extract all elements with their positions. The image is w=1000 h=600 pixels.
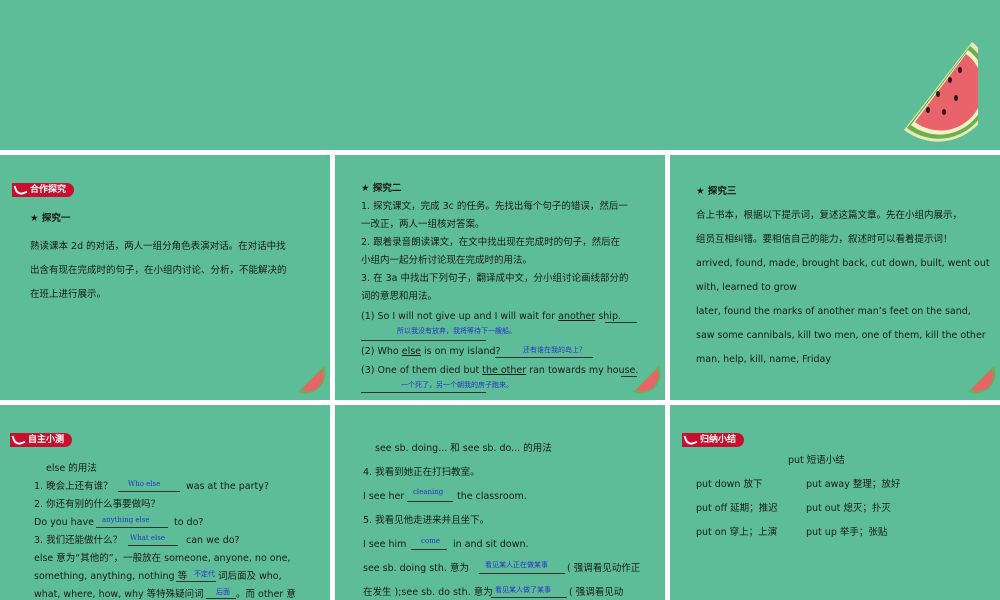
- answer-line: [96, 527, 168, 528]
- body-text: with, learned to grow: [696, 282, 798, 293]
- answer-text: 所以我没有放弃，我将等待下一艘船。: [397, 327, 516, 335]
- answer-line: [176, 581, 216, 582]
- slide-see-usage: see sb. doing... 和 see sb. do... 的用法 4. …: [335, 405, 665, 600]
- question-text: in and sit down.: [453, 539, 529, 550]
- phrase-item: put down 放下: [696, 479, 763, 490]
- question-5: 5. 我看见他走进来并且坐下。: [363, 515, 490, 526]
- slide-cooperative-inquiry: 合作探究 ★ 探究一 熟读课本 2d 的对话，两人一组分角色表演对话。在对话中找…: [0, 155, 330, 400]
- question-1: 1. 晚会上还有谁？: [34, 481, 113, 492]
- answer-text: Who else: [128, 480, 161, 488]
- body-text: 一改正，两人一组核对答案。: [361, 219, 485, 230]
- slide-self-test: 自主小测 else 的用法 1. 晚会上还有谁？ Who else was at…: [0, 405, 330, 600]
- answer-text: 一个死了，另一个朝我的房子跑来。: [401, 381, 513, 389]
- section-heading: ★ 探究三: [696, 186, 737, 197]
- answer-text: 还有谁在我的岛上？: [523, 346, 586, 354]
- note-text: ( 强调看见动: [569, 587, 624, 598]
- answer-line: [118, 491, 180, 492]
- slide-inquiry-three: ★ 探究三 合上书本，根据以下提示词，复述这篇文章。先在小组内展示， 组员互相纠…: [670, 155, 1000, 400]
- section-tag: 合作探究: [12, 182, 75, 197]
- watermelon-icon: [633, 366, 661, 394]
- body-text: 合上书本，根据以下提示词，复述这篇文章。先在小组内展示，: [696, 210, 963, 221]
- section-heading: ★ 探究二: [361, 183, 402, 194]
- phrase-item: put off 延期；推迟: [696, 503, 778, 514]
- section-heading: ★ 探究一: [30, 213, 71, 224]
- note-text: 在发生 );see sb. do sth. 意为: [363, 587, 493, 598]
- note-text: ( 强调看见动作正: [567, 563, 641, 574]
- body-text: 小组内一起分析讨论现在完成时的用法。: [361, 255, 533, 266]
- body-text: 在班上进行展示。: [30, 289, 107, 300]
- slide-summary: 归纳小结 put 短语小结 put down 放下 put away 整理；放好…: [670, 405, 1000, 600]
- answer-line: [361, 340, 486, 341]
- note-text: 。而 other 意: [236, 589, 296, 600]
- answer-line: [407, 501, 453, 502]
- subsection-title: put 短语小结: [788, 455, 845, 466]
- watermelon-icon: [904, 42, 978, 142]
- body-text: 1. 探究课文，完成 3c 的任务。先找出每个句子的错误，然后一: [361, 201, 628, 212]
- body-text: arrived, found, made, brought back, cut …: [696, 258, 990, 269]
- body-text: saw some cannibals, kill two men, one of…: [696, 330, 986, 341]
- answer-text: 不定代: [194, 570, 215, 578]
- phrase-item: put out 熄灭；扑灭: [806, 503, 891, 514]
- body-text: 熟读课本 2d 的对话，两人一组分角色表演对话。在对话中找: [30, 241, 286, 252]
- answer-line: [479, 573, 565, 574]
- note-text: see sb. doing sth. 意为: [363, 563, 469, 574]
- question-text: the classroom.: [457, 491, 527, 502]
- answer-line: [128, 545, 178, 546]
- answer-text: 看见某人做了某事: [495, 586, 551, 594]
- watermelon-icon: [968, 366, 996, 394]
- phrase-item: put on 穿上；上演: [696, 527, 778, 538]
- subsection-title: else 的用法: [46, 463, 97, 474]
- question-3: 3. 我们还能做什么？: [34, 535, 123, 546]
- phrase-item: put up 举手；张贴: [806, 527, 888, 538]
- body-text: 组员互相纠错。要相信自己的能力，叙述时可以看着提示词！: [696, 234, 953, 245]
- note-text: something, anything, nothing 等: [34, 571, 188, 582]
- answer-line: [495, 357, 593, 358]
- question-4: 4. 我看到她正在打扫教室。: [363, 467, 480, 478]
- subsection-title: see sb. doing... 和 see sb. do... 的用法: [375, 443, 552, 454]
- question-text: was at the party?: [186, 481, 269, 492]
- answer-line: [206, 598, 236, 599]
- note-text: 词后面及 who,: [218, 571, 282, 582]
- watermelon-icon: [298, 366, 326, 394]
- section-tag: 自主小测: [10, 432, 73, 447]
- body-text: later, found the marks of another man’s …: [696, 306, 971, 317]
- title-slide: [0, 0, 1000, 150]
- question-text: I see her: [363, 491, 405, 502]
- slide-inquiry-two: ★ 探究二 1. 探究课文，完成 3c 的任务。先找出每个句子的错误，然后一 一…: [335, 155, 665, 400]
- answer-line: [411, 549, 447, 550]
- answer-text: 看见某人正在做某事: [485, 561, 548, 569]
- note-text: what, where, how, why 等特殊疑问词: [34, 589, 204, 600]
- question-1: (1) So I will not give up and I will wai…: [361, 311, 621, 322]
- answer-text: What else: [130, 534, 166, 542]
- note-text: else 意为“其他的”，一般放在 someone, anyone, no on…: [34, 553, 291, 564]
- question-text: I see him: [363, 539, 407, 550]
- body-text: 词的意思和用法。: [361, 291, 438, 302]
- answer-line: [605, 322, 637, 323]
- body-text: 3. 在 3a 中找出下列句子，翻译成中文，分小组讨论画线部分的: [361, 273, 629, 284]
- body-text: man, help, kill, name, Friday: [696, 354, 831, 365]
- phrase-item: put away 整理；放好: [806, 479, 901, 490]
- question-text: can we do?: [186, 535, 240, 546]
- answer-text: cleaning: [413, 488, 444, 496]
- question-2: 2. 你还有别的什么事要做吗？: [34, 499, 161, 510]
- answer-text: 后面: [216, 588, 230, 596]
- question-2: (2) Who else is on my island?: [361, 346, 501, 357]
- answer-text: come: [421, 537, 440, 545]
- answer-line: [361, 392, 486, 393]
- answer-line: [491, 597, 567, 598]
- question-3: (3) One of them died but the other ran t…: [361, 365, 639, 376]
- body-text: 2. 跟着录音朗读课文，在文中找出现在完成时的句子，然后在: [361, 237, 621, 248]
- body-text: 出含有现在完成时的句子，在小组内讨论、分析，不能解决的: [30, 265, 287, 276]
- question-text: Do you have: [34, 517, 94, 528]
- answer-text: anything else: [102, 516, 150, 524]
- section-tag: 归纳小结: [682, 432, 745, 447]
- question-text: to do?: [174, 517, 204, 528]
